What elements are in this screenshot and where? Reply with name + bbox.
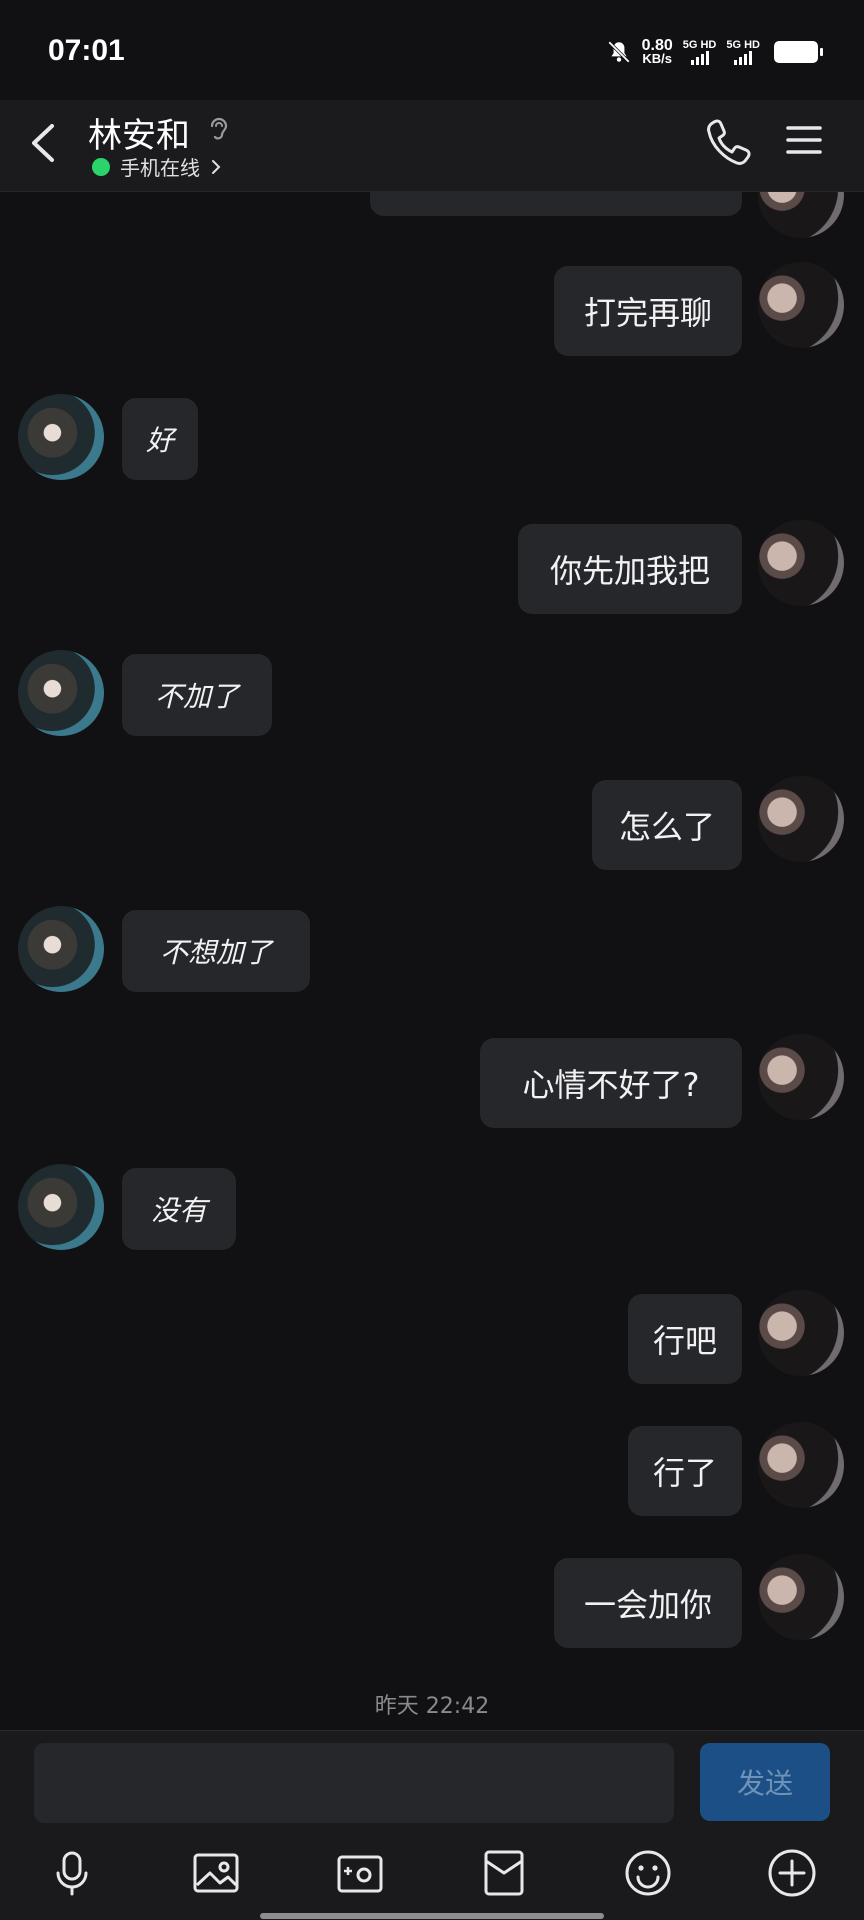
message-bubble-sent[interactable]: 你先加我把 [518, 524, 742, 614]
message-list[interactable]: 打完再聊 好 你先加我把 不加了 怎么了 不想加了 心情不好了? 没有 行吧 行… [0, 192, 864, 1730]
signal-sim2: 5G HD [726, 39, 760, 65]
phone-icon[interactable] [704, 116, 752, 168]
avatar[interactable] [18, 1164, 104, 1250]
status-time: 07:01 [48, 34, 125, 67]
message-bubble-received[interactable]: 好 [122, 398, 198, 480]
status-icons: 0.80 KB/s 5G HD 5G HD [606, 36, 823, 68]
avatar[interactable] [758, 520, 844, 606]
microphone-icon[interactable] [46, 1847, 98, 1899]
avatar[interactable] [758, 192, 844, 238]
network-speed: 0.80 KB/s [642, 38, 673, 66]
avatar[interactable] [18, 650, 104, 736]
battery-icon [774, 41, 823, 63]
avatar[interactable] [758, 1422, 844, 1508]
message-bubble-received[interactable]: 不加了 [122, 654, 272, 736]
sim1-label: 5G HD [682, 39, 717, 51]
mute-bell-icon [607, 41, 630, 63]
avatar[interactable] [758, 262, 844, 348]
message-bubble-sent[interactable]: 行吧 [628, 1294, 742, 1384]
image-icon[interactable] [190, 1847, 242, 1899]
emoji-icon[interactable] [622, 1847, 674, 1899]
send-button[interactable]: 发送 [700, 1743, 830, 1821]
chat-header: 林安和 手机在线 [0, 100, 864, 192]
avatar[interactable] [758, 1554, 844, 1640]
contact-name[interactable]: 林安和 [88, 108, 190, 157]
online-dot [92, 157, 110, 176]
message-bubble-received[interactable]: 没有 [122, 1168, 236, 1250]
message-bubble-partial [370, 192, 742, 216]
message-bubble-sent[interactable]: 一会加你 [554, 1558, 742, 1648]
camera-icon[interactable] [334, 1847, 386, 1899]
status-bar: 07:01 0.80 KB/s 5G HD 5G HD [0, 0, 864, 100]
online-status-text: 手机在线 [120, 156, 200, 180]
message-bubble-received[interactable]: 不想加了 [122, 910, 310, 992]
message-bubble-sent[interactable]: 怎么了 [592, 780, 742, 870]
signal-icon [734, 51, 753, 65]
signal-icon [690, 51, 709, 65]
message-timestamp: 昨天 22:42 [374, 1694, 490, 1719]
back-icon[interactable] [24, 118, 64, 168]
composer-toolbar [0, 1847, 864, 1907]
red-packet-icon[interactable] [478, 1847, 530, 1899]
net-speed-unit: KB/s [642, 51, 672, 66]
chevron-right-icon [212, 159, 221, 174]
message-input[interactable] [34, 1743, 674, 1823]
message-bubble-sent[interactable]: 心情不好了? [480, 1038, 742, 1128]
avatar[interactable] [758, 1290, 844, 1376]
menu-icon[interactable] [784, 120, 824, 160]
message-bubble-sent[interactable]: 行了 [628, 1426, 742, 1516]
signal-sim1: 5G HD [682, 39, 717, 65]
avatar[interactable] [758, 776, 844, 862]
sim2-label: 5G HD [726, 39, 760, 51]
plus-icon[interactable] [766, 1847, 818, 1899]
message-bubble-sent[interactable]: 打完再聊 [554, 266, 742, 356]
ear-icon [210, 117, 228, 140]
avatar[interactable] [18, 394, 104, 480]
online-status[interactable]: 手机在线 [92, 152, 222, 181]
avatar[interactable] [18, 906, 104, 992]
home-indicator[interactable] [260, 1913, 604, 1919]
composer: 发送 [0, 1730, 864, 1920]
avatar[interactable] [758, 1034, 844, 1120]
